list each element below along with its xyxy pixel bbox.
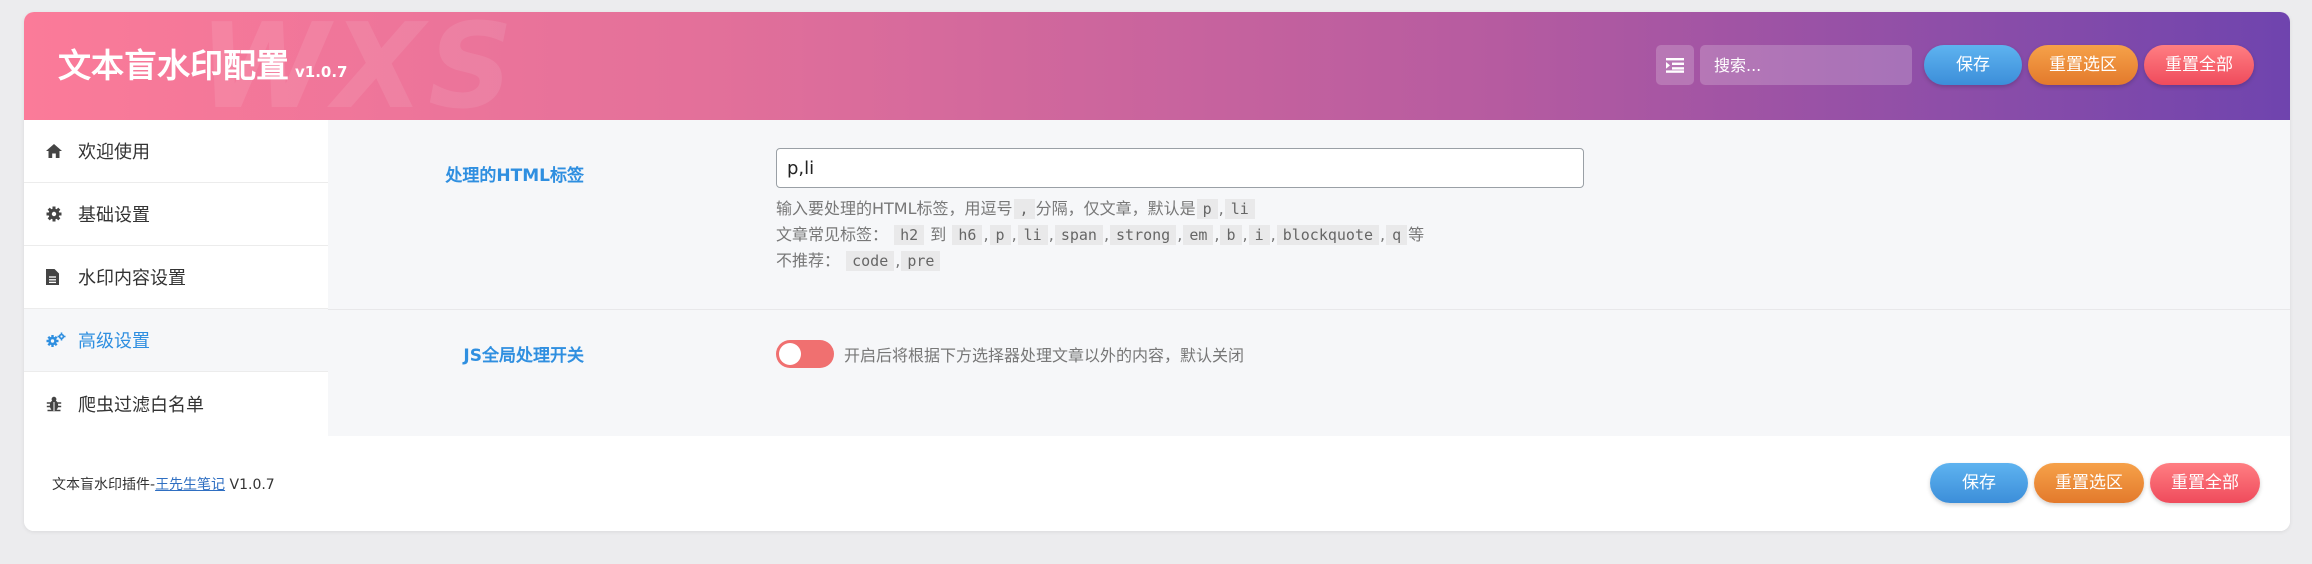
help-line-2: 文章常见标签： h2 到 h6, p, li, span, strong, em, b, i,… (776, 225, 1425, 245)
html-tags-setting-row: 处理的HTML标签 输入要处理的HTML标签，用逗号,分隔，仅文章，默认是p,l… (328, 120, 2290, 310)
version-badge: v1.0.7 (295, 63, 348, 81)
help-text: 文章常见标签： (776, 225, 889, 244)
sidebar: 欢迎使用 基础设置 水印内容设置 高级设置 爬虫过滤白名单 (24, 120, 328, 436)
code-tag: q (1386, 225, 1408, 245)
code-tag: strong (1110, 225, 1177, 245)
sidebar-item-welcome[interactable]: 欢迎使用 (24, 120, 328, 183)
author-link[interactable]: 王先生笔记 (155, 477, 225, 493)
header-toolbar: 保存 重置选区 重置全部 (1656, 44, 2254, 86)
sidebar-item-watermark-content[interactable]: 水印内容设置 (24, 246, 328, 309)
footer-version: V1.0.7 (229, 477, 275, 493)
sidebar-item-label: 基础设置 (78, 205, 150, 226)
settings-panel: WXS 文本盲水印配置v1.0.7 保存 重置选区 重置全部 (24, 12, 2290, 531)
menu-toggle-button[interactable] (1656, 45, 1694, 85)
help-text: 输入要处理的HTML标签，用逗号 (776, 199, 1013, 218)
code-tag: i (1248, 225, 1270, 245)
sidebar-item-label: 爬虫过滤白名单 (78, 394, 204, 416)
js-global-label: JS全局处理开关 (463, 346, 584, 366)
sidebar-item-label: 高级设置 (78, 331, 150, 352)
code-tag: li (1224, 199, 1255, 219)
bug-icon (46, 396, 68, 412)
page-title-text: 文本盲水印配置 (58, 46, 289, 85)
help-line-3: 不推荐： code, pre (776, 248, 1676, 274)
html-tags-input[interactable] (776, 148, 1584, 188)
toggle-knob (779, 343, 801, 365)
code-tag: em (1183, 225, 1214, 245)
code-tag: p (989, 225, 1011, 245)
help-text: 到 (930, 225, 947, 244)
home-icon (46, 144, 68, 158)
footer-credits: 文本盲水印插件-王先生笔记 V1.0.7 (52, 474, 275, 494)
footer-reset-all-button[interactable]: 重置全部 (2150, 463, 2260, 503)
code-tag: b (1220, 225, 1242, 245)
js-global-description: 开启后将根据下方选择器处理文章以外的内容，默认关闭 (844, 346, 1245, 365)
help-line-1: 输入要处理的HTML标签，用逗号, 分隔，仅文章，默认是 p, li (776, 196, 1676, 222)
plugin-name: 文本盲水印插件- (52, 477, 156, 493)
code-tag: pre (901, 251, 941, 271)
html-tags-help: 输入要处理的HTML标签，用逗号, 分隔，仅文章，默认是 p, li 文章常见标签： … (776, 196, 1676, 274)
page-title: 文本盲水印配置 v1.0.7 (58, 46, 348, 92)
sidebar-item-label: 欢迎使用 (78, 142, 150, 163)
footer-reset-selection-button[interactable]: 重置选区 (2034, 463, 2144, 503)
js-global-setting: 开启后将根据下方选择器处理文章以外的内容，默认关闭 (776, 340, 1244, 368)
code-tag: h2 (894, 225, 925, 245)
code-tag: blockquote (1276, 225, 1380, 245)
settings-content: 处理的HTML标签 输入要处理的HTML标签，用逗号,分隔，仅文章，默认是p,l… (328, 120, 2290, 436)
reset-all-button[interactable]: 重置全部 (2144, 45, 2254, 85)
search-input[interactable] (1700, 45, 1912, 85)
code-tag: span (1054, 225, 1103, 245)
gear-icon (46, 206, 68, 222)
code-tag: , (1013, 199, 1035, 219)
sidebar-item-advanced-settings[interactable]: 高级设置 (24, 309, 328, 372)
footer-save-button[interactable]: 保存 (1930, 463, 2028, 503)
html-tags-label: 处理的HTML标签 (445, 166, 584, 186)
footer: 文本盲水印插件-王先生笔记 V1.0.7 保存 重置选区 重置全部 (24, 436, 2290, 531)
sidebar-item-label: 水印内容设置 (78, 268, 186, 289)
sidebar-item-basic-settings[interactable]: 基础设置 (24, 183, 328, 246)
gears-icon (46, 332, 68, 348)
footer-actions: 保存 重置选区 重置全部 (1924, 463, 2260, 503)
help-text: 等 (1408, 225, 1425, 244)
list-icon (1666, 58, 1684, 73)
help-text: 分隔，仅文章，默认是 (1035, 199, 1196, 218)
header: WXS 文本盲水印配置v1.0.7 保存 重置选区 重置全部 (24, 12, 2290, 120)
save-button[interactable]: 保存 (1924, 45, 2022, 85)
help-text: 不推荐： (776, 251, 841, 270)
code-tag: h6 (952, 225, 983, 245)
js-global-toggle[interactable] (776, 340, 834, 368)
document-icon (46, 269, 68, 285)
reset-selection-button[interactable]: 重置选区 (2028, 45, 2138, 85)
code-tag: p (1196, 199, 1218, 219)
sidebar-item-crawler-whitelist[interactable]: 爬虫过滤白名单 (24, 372, 328, 435)
code-tag: code (846, 251, 895, 271)
code-tag: li (1017, 225, 1048, 245)
